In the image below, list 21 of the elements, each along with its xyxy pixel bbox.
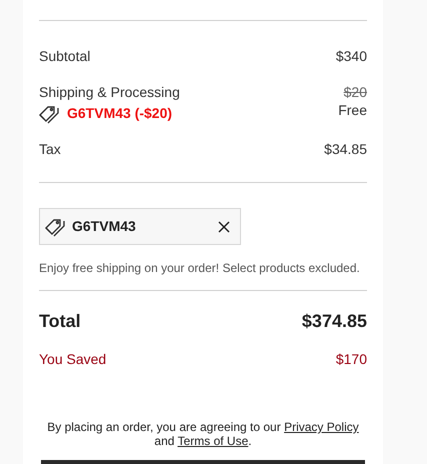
promo-discount: G6TVM43 (-$20) xyxy=(67,104,172,123)
old-price: $20 xyxy=(344,83,367,102)
saved-label: You Saved xyxy=(39,350,106,369)
total-value: $374.85 xyxy=(302,310,367,333)
row-value: $340 xyxy=(336,47,367,66)
close-icon xyxy=(218,220,230,232)
total-label: Total xyxy=(39,310,81,333)
tag-icon xyxy=(45,216,67,236)
tag-icon xyxy=(39,104,61,124)
remove-button[interactable] xyxy=(216,218,232,234)
saved-value: $170 xyxy=(336,350,367,369)
row-label: Shipping & Processing xyxy=(39,83,180,102)
terms-link[interactable]: Terms of Use xyxy=(178,434,248,448)
row-value: $34.85 xyxy=(324,140,367,159)
privacy-link[interactable]: Privacy Policy xyxy=(284,420,359,434)
promo-note: Enjoy free shipping on your order! Select products excluded. xyxy=(39,260,361,277)
legal-text: By placing an order, you are agreeing to our Privacy Policy and Terms of Use. xyxy=(46,420,360,448)
row-label: Subtotal xyxy=(39,47,90,66)
row-label: Tax xyxy=(39,140,61,159)
promo-code: G6TVM43 xyxy=(72,217,137,236)
row-value: Free xyxy=(338,103,367,117)
